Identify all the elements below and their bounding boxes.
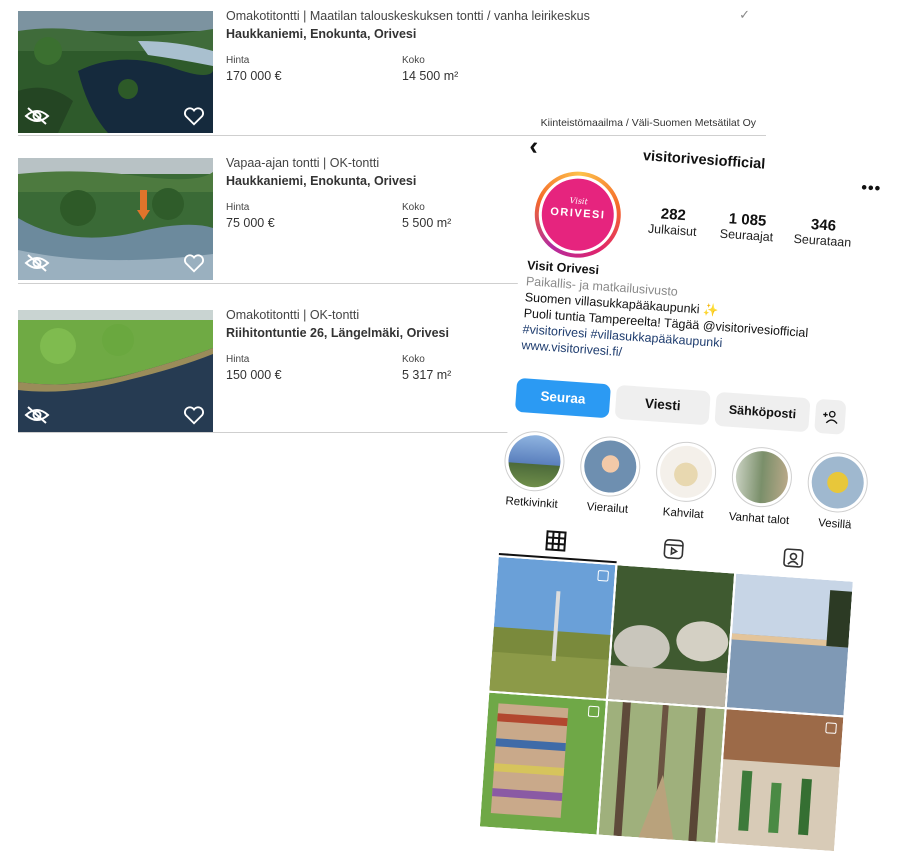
tagged-icon[interactable]: [781, 545, 807, 571]
back-arrow-icon[interactable]: ‹: [528, 130, 539, 162]
heart-icon[interactable]: [183, 252, 205, 274]
heart-icon[interactable]: [183, 404, 205, 426]
size-label: Koko: [402, 354, 425, 365]
listing-info: Omakotitontti | Maatilan talouskeskuksen…: [226, 11, 756, 133]
stat-posts[interactable]: 282 Julkaisut: [647, 205, 698, 239]
size-label: Koko: [402, 55, 425, 66]
highlight-item[interactable]: Retkivinkit: [498, 429, 569, 511]
hide-eye-icon[interactable]: [24, 404, 50, 426]
price-label: Hinta: [226, 202, 249, 213]
listing-address[interactable]: Riihitontuntie 26, Längelmäki, Orivesi: [226, 326, 449, 340]
listing-type: Omakotitontti | Maatilan talouskeskuksen…: [226, 9, 590, 23]
seller-name: Kiinteistömaailma / Väli-Suomen Metsätil…: [541, 117, 756, 129]
listing-type: Omakotitontti | OK-tontti: [226, 308, 359, 322]
divider: [18, 135, 766, 136]
price-label: Hinta: [226, 354, 249, 365]
highlight-item[interactable]: Vesillä: [801, 450, 872, 532]
grid-icon[interactable]: [543, 528, 569, 554]
more-dots-icon[interactable]: •••: [861, 179, 882, 198]
price-label: Hinta: [226, 55, 249, 66]
listing-photo[interactable]: [18, 158, 213, 280]
size-value: 14 500 m²: [402, 69, 458, 83]
email-button[interactable]: Sähköposti: [714, 392, 810, 432]
divider: [18, 283, 528, 284]
post-thumbnail[interactable]: [489, 557, 615, 699]
avatar-logo: Visit ORIVESI: [539, 176, 616, 253]
heart-icon[interactable]: [183, 105, 205, 127]
highlight-item[interactable]: Vierailut: [574, 434, 645, 516]
listing-type: Vapaa-ajan tontti | OK-tontti: [226, 156, 379, 170]
highlight-item[interactable]: Vanhat talot: [726, 445, 797, 527]
follow-button[interactable]: Seuraa: [515, 378, 611, 418]
check-icon: ✓: [739, 7, 750, 23]
post-thumbnail[interactable]: [717, 709, 843, 851]
price-value: 150 000 €: [226, 368, 282, 382]
listing-photo[interactable]: [18, 310, 213, 432]
highlight-item[interactable]: Kahvilat: [650, 440, 721, 522]
size-label: Koko: [402, 202, 425, 213]
listing-address[interactable]: Haukkaniemi, Enokunta, Orivesi: [226, 174, 416, 188]
post-thumbnail[interactable]: [727, 574, 853, 716]
profile-username: visitorivesiofficial: [642, 148, 765, 173]
add-person-icon[interactable]: [814, 399, 846, 435]
price-value: 170 000 €: [226, 69, 282, 83]
post-thumbnail[interactable]: [480, 693, 606, 835]
listing-photo[interactable]: [18, 11, 213, 133]
divider: [18, 432, 528, 433]
highlight-label: Retkivinkit: [498, 495, 565, 512]
reels-icon[interactable]: [661, 536, 687, 562]
highlight-label: Vesillä: [801, 516, 868, 533]
listing-address[interactable]: Haukkaniemi, Enokunta, Orivesi: [226, 27, 416, 41]
highlight-label: Vierailut: [574, 500, 641, 517]
size-value: 5 317 m²: [402, 368, 451, 382]
hide-eye-icon[interactable]: [24, 105, 50, 127]
listing-card[interactable]: Omakotitontti | Maatilan talouskeskuksen…: [18, 11, 766, 133]
profile-avatar[interactable]: Visit ORIVESI: [532, 169, 624, 261]
stat-following[interactable]: 346 Seurataan: [793, 215, 853, 250]
message-button[interactable]: Viesti: [615, 385, 711, 425]
price-value: 75 000 €: [226, 216, 275, 230]
highlight-label: Vanhat talot: [726, 511, 793, 528]
hide-eye-icon[interactable]: [24, 252, 50, 274]
size-value: 5 500 m²: [402, 216, 451, 230]
instagram-profile: ‹ visitorivesiofficial ••• Visit ORIVESI…: [480, 138, 883, 851]
post-thumbnail[interactable]: [599, 701, 725, 843]
post-thumbnail[interactable]: [608, 565, 734, 707]
stat-followers[interactable]: 1 085 Seuraajat: [719, 210, 775, 245]
post-grid: [480, 557, 854, 851]
highlight-label: Kahvilat: [650, 505, 717, 522]
